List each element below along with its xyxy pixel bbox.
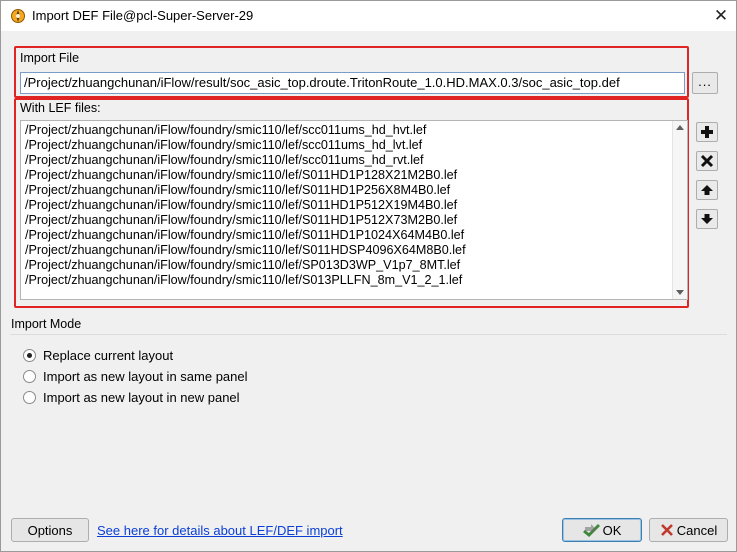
remove-icon (700, 154, 714, 168)
import-def-dialog: Import DEF File@pcl-Super-Server-29 ✕ Im… (0, 0, 737, 552)
import-file-label: Import File (20, 51, 80, 65)
arrow-down-icon (701, 214, 713, 224)
radio-replace-layout[interactable]: Replace current layout (23, 346, 173, 364)
radio-label: Import as new layout in new panel (43, 389, 240, 405)
lef-file-item[interactable]: /Project/zhuangchunan/iFlow/foundry/smic… (25, 198, 457, 213)
radio-new-layout-same-panel[interactable]: Import as new layout in same panel (23, 367, 248, 385)
ok-icon (582, 523, 600, 537)
scroll-up-icon[interactable] (676, 125, 684, 130)
lef-file-item[interactable]: /Project/zhuangchunan/iFlow/foundry/smic… (25, 183, 450, 198)
app-logo-icon (11, 9, 25, 23)
lef-file-item[interactable]: /Project/zhuangchunan/iFlow/foundry/smic… (25, 123, 426, 138)
radio-button[interactable] (23, 390, 36, 404)
radio-button[interactable] (23, 369, 36, 383)
lef-file-item[interactable]: /Project/zhuangchunan/iFlow/foundry/smic… (25, 138, 422, 153)
lef-file-item[interactable]: /Project/zhuangchunan/iFlow/foundry/smic… (25, 153, 424, 168)
lef-file-item[interactable]: /Project/zhuangchunan/iFlow/foundry/smic… (25, 168, 457, 183)
lef-file-item[interactable]: /Project/zhuangchunan/iFlow/foundry/smic… (25, 243, 466, 258)
lef-file-item[interactable]: /Project/zhuangchunan/iFlow/foundry/smic… (25, 258, 460, 273)
move-up-button[interactable] (696, 180, 718, 200)
ok-label: OK (602, 522, 622, 538)
radio-new-layout-new-panel[interactable]: Import as new layout in new panel (23, 388, 240, 406)
add-lef-button[interactable] (696, 122, 718, 142)
ok-button[interactable]: OK (562, 518, 642, 542)
browse-button[interactable]: ... (692, 72, 718, 94)
lef-files-label: With LEF files: (20, 101, 101, 115)
plus-icon (701, 126, 713, 138)
close-icon: ✕ (713, 6, 729, 25)
lef-file-item[interactable]: /Project/zhuangchunan/iFlow/foundry/smic… (25, 213, 457, 228)
close-button[interactable]: ✕ (706, 2, 736, 30)
radio-button[interactable] (23, 348, 36, 362)
lef-file-item[interactable]: /Project/zhuangchunan/iFlow/foundry/smic… (25, 273, 462, 288)
arrow-up-icon (701, 185, 713, 195)
cancel-button[interactable]: Cancel (649, 518, 728, 542)
options-button[interactable]: Options (11, 518, 89, 542)
lef-list-scrollbar[interactable] (672, 121, 687, 299)
radio-label: Import as new layout in same panel (43, 368, 248, 384)
def-file-path-input[interactable]: /Project/zhuangchunan/iFlow/result/soc_a… (20, 72, 685, 94)
lef-def-help-link[interactable]: See here for details about LEF/DEF impor… (97, 523, 343, 538)
remove-lef-button[interactable] (696, 151, 718, 171)
move-down-button[interactable] (696, 209, 718, 229)
radio-label: Replace current layout (43, 347, 174, 363)
cancel-label: Cancel (676, 522, 718, 538)
scroll-down-icon[interactable] (676, 290, 684, 295)
cancel-icon (660, 524, 673, 536)
window-title: Import DEF File@pcl-Super-Server-29 (32, 8, 254, 23)
lef-files-list[interactable]: /Project/zhuangchunan/iFlow/foundry/smic… (20, 120, 688, 300)
lef-file-item[interactable]: /Project/zhuangchunan/iFlow/foundry/smic… (25, 228, 464, 243)
import-mode-label: Import Mode (11, 317, 82, 331)
title-bar: Import DEF File@pcl-Super-Server-29 ✕ (1, 1, 736, 31)
